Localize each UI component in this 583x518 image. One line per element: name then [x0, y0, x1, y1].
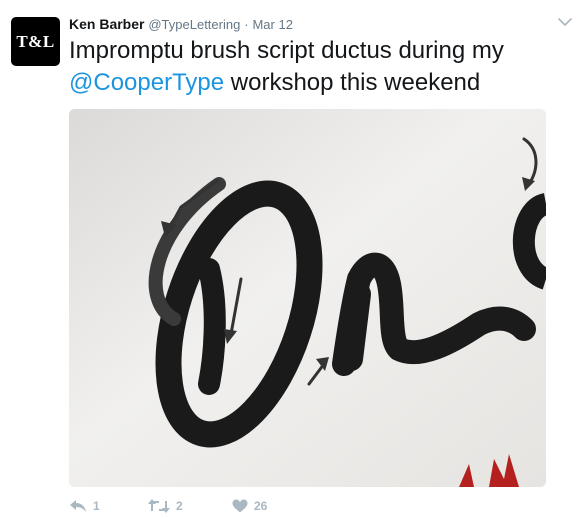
retweet-icon — [148, 499, 170, 513]
like-count: 26 — [254, 499, 268, 513]
reply-button[interactable]: 1 — [69, 499, 148, 513]
avatar[interactable]: T&L — [11, 17, 60, 66]
mention-link[interactable]: @CooperType — [69, 69, 224, 96]
author-name[interactable]: Ken Barber — [69, 16, 144, 32]
tweet-header: Ken Barber @TypeLettering · Mar 12 — [69, 16, 293, 32]
like-button[interactable]: 26 — [232, 499, 312, 513]
tweet-actions: 1 2 26 — [69, 496, 312, 516]
heart-icon — [232, 499, 248, 513]
tweet-text-part: workshop this weekend — [224, 69, 481, 96]
tweet[interactable]: T&L Ken Barber @TypeLettering · Mar 12 I… — [0, 0, 583, 518]
tweet-photo[interactable] — [69, 109, 546, 487]
tweet-date[interactable]: Mar 12 — [252, 17, 292, 32]
brush-lettering-photo — [69, 109, 546, 487]
reply-icon — [70, 500, 86, 512]
tweet-text: Impromptu brush script ductus during my … — [69, 35, 569, 99]
tweet-text-part: Impromptu brush script ductus during my — [69, 37, 504, 64]
author-handle[interactable]: @TypeLettering — [148, 17, 240, 32]
chevron-down-icon[interactable] — [557, 17, 573, 27]
reply-count: 1 — [93, 499, 100, 513]
retweet-button[interactable]: 2 — [148, 499, 232, 513]
retweet-count: 2 — [176, 499, 183, 513]
header-separator: · — [244, 17, 249, 32]
